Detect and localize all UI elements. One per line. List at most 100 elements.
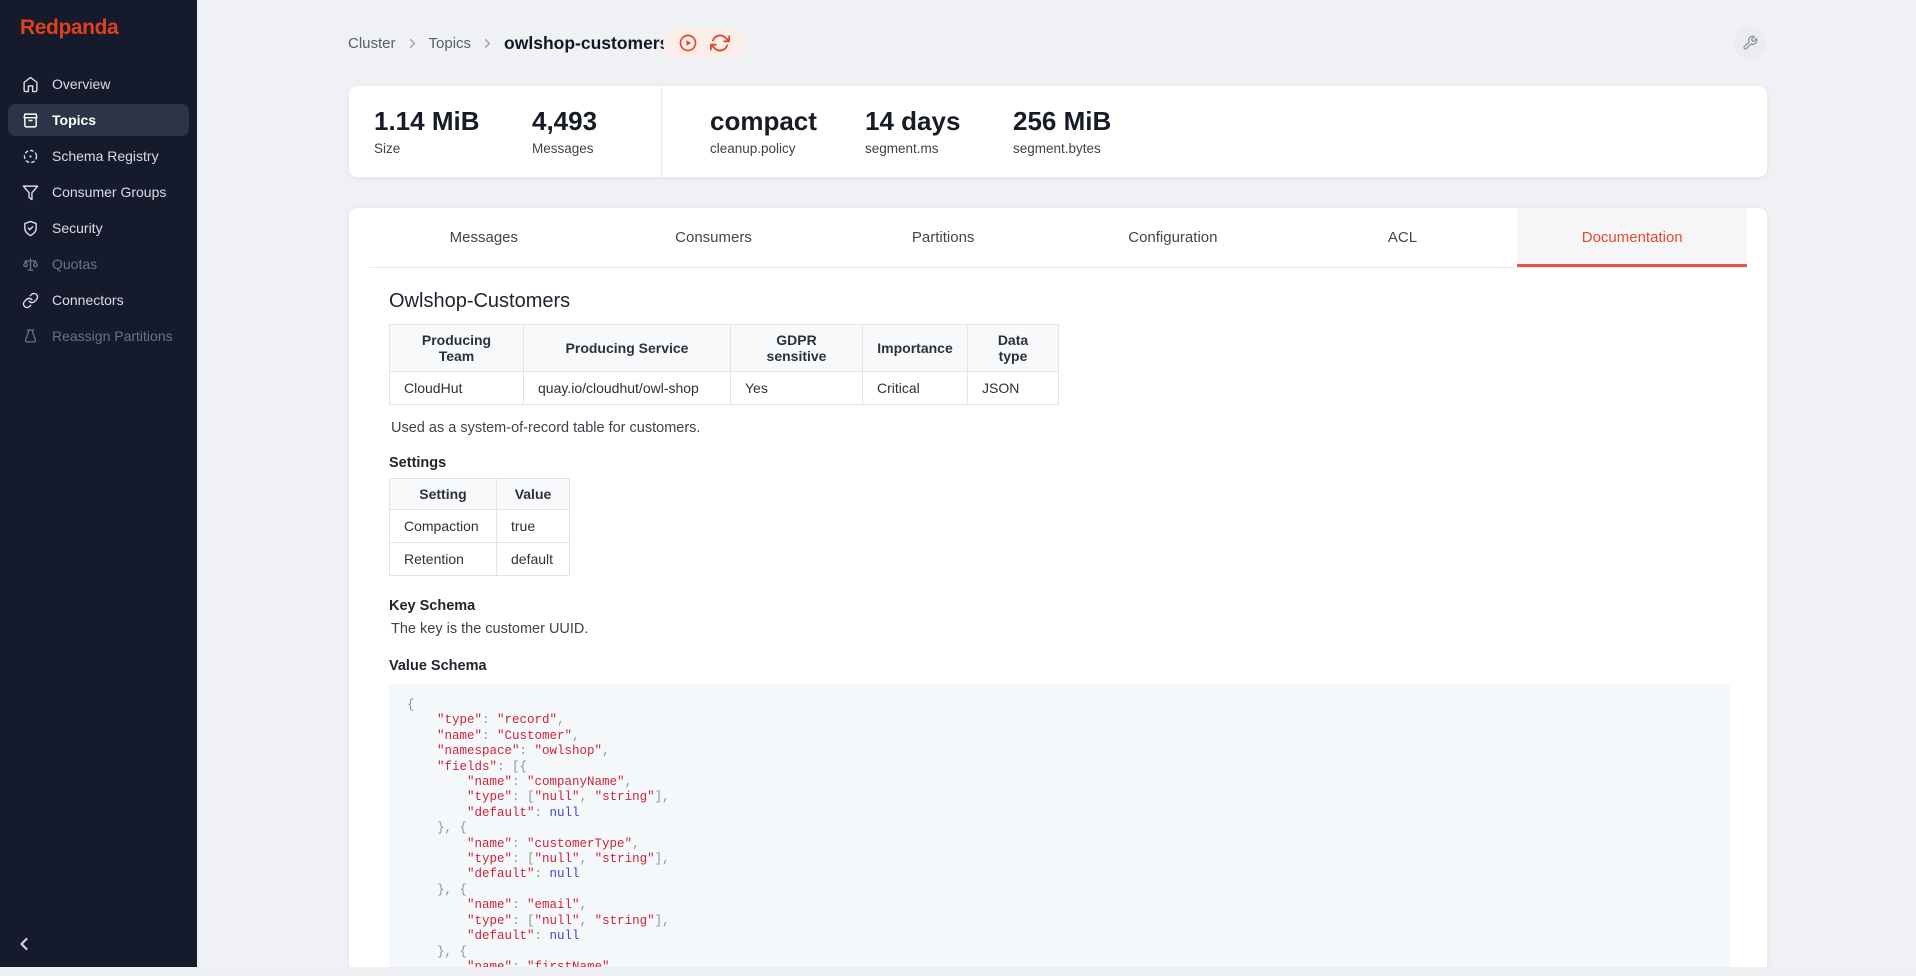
table-row: Retentiondefault <box>390 543 570 576</box>
reassign-partitions-icon <box>22 328 39 345</box>
table-cell: true <box>497 510 570 543</box>
column-header: GDPR sensitive <box>731 325 863 372</box>
table-cell: JSON <box>968 372 1059 405</box>
produce-record-button[interactable] <box>678 33 698 53</box>
doc-note: Used as a system-of-record table for cus… <box>391 420 1727 436</box>
sidebar-item-label: Security <box>52 220 103 236</box>
stat-size: 1.14 MiB Size <box>374 86 480 177</box>
stat-value: 256 MiB <box>1013 107 1111 135</box>
sidebar-item-reassign-partitions: Reassign Partitions <box>8 320 189 352</box>
quotas-icon <box>22 256 39 273</box>
horizontal-scrollbar[interactable] <box>0 967 1916 976</box>
table-cell: Critical <box>863 372 968 405</box>
value-schema-code: { "type": "record", "name": "Customer", … <box>407 698 670 976</box>
refresh-icon <box>710 33 730 53</box>
sidebar-nav: Overview Topics Schema Registry Consumer Gr… <box>0 64 197 356</box>
column-header: Value <box>497 479 570 510</box>
sidebar-item-label: Connectors <box>52 292 124 308</box>
stat-label: Messages <box>532 141 597 156</box>
tab-documentation[interactable]: Documentation <box>1517 208 1747 267</box>
table-cell: Yes <box>731 372 863 405</box>
stat-label: segment.bytes <box>1013 141 1111 156</box>
redpanda-logo: Redpanda <box>20 16 118 40</box>
documentation-panel: Owlshop-Customers Producing TeamProducin… <box>349 268 1767 976</box>
tab-messages[interactable]: Messages <box>369 208 599 267</box>
tab-partitions[interactable]: Partitions <box>828 208 1058 267</box>
stat-label: segment.ms <box>865 141 960 156</box>
play-circle-icon <box>678 33 698 53</box>
column-header: Data type <box>968 325 1059 372</box>
consumer-groups-icon <box>22 184 39 201</box>
chevron-left-icon <box>14 934 34 954</box>
topic-detail-card: MessagesConsumersPartitionsConfiguration… <box>348 207 1768 976</box>
sidebar-item-label: Topics <box>52 112 96 128</box>
topics-icon <box>22 112 39 129</box>
settings-section: Settings SettingValueCompactiontrueReten… <box>389 455 1727 576</box>
connectors-icon <box>22 292 39 309</box>
security-icon <box>22 220 39 237</box>
sidebar-item-topics[interactable]: Topics <box>8 104 189 136</box>
table-row: Compactiontrue <box>390 510 570 543</box>
column-header: Producing Service <box>524 325 731 372</box>
column-header: Importance <box>863 325 968 372</box>
preferences-button[interactable] <box>1734 27 1766 59</box>
chevron-right-icon <box>480 36 495 51</box>
sidebar-item-label: Overview <box>52 76 110 92</box>
table-header-row: Producing TeamProducing ServiceGDPR sens… <box>390 325 1059 372</box>
table-row: CloudHutquay.io/cloudhut/owl-shopYesCrit… <box>390 372 1059 405</box>
sidebar-item-label: Reassign Partitions <box>52 328 173 344</box>
tab-configuration[interactable]: Configuration <box>1058 208 1288 267</box>
sidebar-collapse-button[interactable] <box>14 934 34 954</box>
sidebar-item-security[interactable]: Security <box>8 212 189 244</box>
main-area: Cluster Topics owlshop-customers 1.14 MiB S… <box>197 0 1916 976</box>
sidebar-item-quotas: Quotas <box>8 248 189 280</box>
column-header: Setting <box>390 479 497 510</box>
sidebar-item-overview[interactable]: Overview <box>8 68 189 100</box>
refresh-button[interactable] <box>710 33 730 53</box>
stat-messages: 4,493 Messages <box>532 86 597 177</box>
sidebar-item-label: Quotas <box>52 256 97 272</box>
column-header: Producing Team <box>390 325 524 372</box>
topic-actions-pill <box>663 28 745 58</box>
stat-value: compact <box>710 107 817 135</box>
breadcrumb-current: owlshop-customers <box>504 33 669 54</box>
table-header-row: SettingValue <box>390 479 570 510</box>
breadcrumb-link[interactable]: Topics <box>429 35 472 52</box>
tab-consumers[interactable]: Consumers <box>599 208 829 267</box>
chevron-right-icon <box>405 36 420 51</box>
key-schema-text: The key is the customer UUID. <box>391 621 1727 637</box>
tab-acl[interactable]: ACL <box>1288 208 1518 267</box>
doc-title: Owlshop-Customers <box>389 290 1727 313</box>
stat-value: 4,493 <box>532 107 597 135</box>
stat-value: 1.14 MiB <box>374 107 480 135</box>
breadcrumb: Cluster Topics owlshop-customers <box>348 26 669 60</box>
tab-bar: MessagesConsumersPartitionsConfiguration… <box>369 208 1747 268</box>
table-cell: Compaction <box>390 510 497 543</box>
sidebar-item-schema-registry[interactable]: Schema Registry <box>8 140 189 172</box>
key-schema-heading: Key Schema <box>389 598 1727 614</box>
table-cell: default <box>497 543 570 576</box>
stat-segment-bytes: 256 MiB segment.bytes <box>1013 86 1111 177</box>
stat-cleanup-policy: compact cleanup.policy <box>710 86 817 177</box>
topic-info-table: Producing TeamProducing ServiceGDPR sens… <box>389 324 1059 405</box>
sidebar-item-label: Schema Registry <box>52 148 159 164</box>
table-cell: CloudHut <box>390 372 524 405</box>
stat-value: 14 days <box>865 107 960 135</box>
sidebar-item-connectors[interactable]: Connectors <box>8 284 189 316</box>
stat-label: Size <box>374 141 480 156</box>
table-cell: Retention <box>390 543 497 576</box>
topic-stats-card: 1.14 MiB Size 4,493 Messages compact cleanup.… <box>348 85 1768 178</box>
value-schema-code-block: { "type": "record", "name": "Customer", … <box>389 684 1730 976</box>
stat-label: cleanup.policy <box>710 141 817 156</box>
breadcrumb-link[interactable]: Cluster <box>348 35 396 52</box>
stats-divider <box>661 86 662 177</box>
settings-table: SettingValueCompactiontrueRetentiondefau… <box>389 478 570 576</box>
wrench-icon <box>1742 35 1758 51</box>
settings-heading: Settings <box>389 455 1727 471</box>
table-cell: quay.io/cloudhut/owl-shop <box>524 372 731 405</box>
sidebar: Redpanda Overview Topics Schema Registry Co… <box>0 0 197 976</box>
schema-registry-icon <box>22 148 39 165</box>
sidebar-item-consumer-groups[interactable]: Consumer Groups <box>8 176 189 208</box>
value-schema-heading: Value Schema <box>389 658 1727 674</box>
sidebar-item-label: Consumer Groups <box>52 184 166 200</box>
